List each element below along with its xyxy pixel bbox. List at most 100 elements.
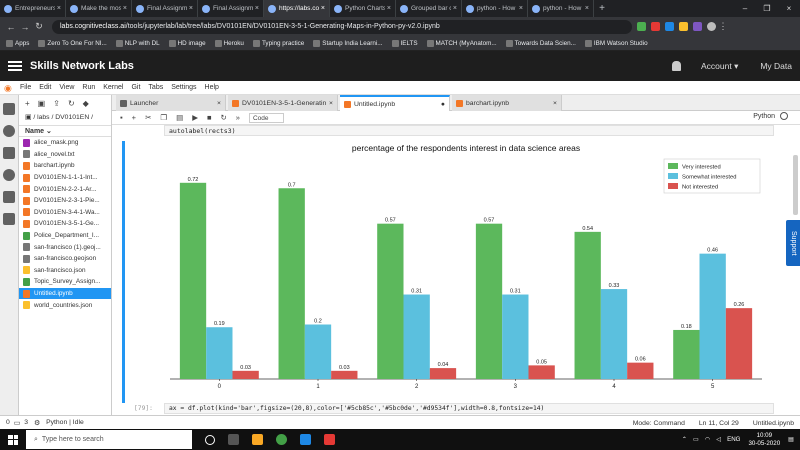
document-tab[interactable]: Untitled.ipynb ●: [340, 95, 450, 111]
language-indicator[interactable]: ENG: [727, 436, 740, 443]
fast-forward-icon[interactable]: »: [236, 113, 240, 122]
close-icon[interactable]: ×: [189, 5, 193, 12]
cursor-position[interactable]: Ln 11, Col 29: [699, 420, 739, 427]
hamburger-menu-icon[interactable]: [8, 61, 22, 71]
reload-icon[interactable]: ↻: [32, 21, 46, 32]
save-icon[interactable]: ▪: [120, 113, 123, 122]
unsaved-dot-icon[interactable]: ●: [441, 101, 445, 108]
close-icon[interactable]: ×: [387, 5, 391, 12]
new-folder-icon[interactable]: ▣: [38, 99, 46, 108]
git-icon[interactable]: ◆: [83, 99, 89, 108]
close-icon[interactable]: ×: [585, 5, 589, 12]
browser-tab[interactable]: python - How ×: [528, 0, 594, 17]
kernel-status[interactable]: Python | Idle: [46, 419, 84, 426]
browser-tab[interactable]: https://labs.co ×: [264, 0, 330, 17]
volume-icon[interactable]: ◁: [716, 436, 721, 443]
document-tab[interactable]: barchart.ipynb ×: [452, 95, 562, 111]
close-icon[interactable]: ×: [123, 5, 127, 12]
browser-tab[interactable]: python - How ×: [462, 0, 528, 17]
browser-tab[interactable]: Final Assignme ×: [198, 0, 264, 17]
back-icon[interactable]: ←: [4, 22, 18, 32]
menu-item-git[interactable]: Git: [131, 84, 140, 91]
name-column-header[interactable]: Name ⌄: [19, 125, 111, 137]
upload-icon[interactable]: ⇪: [53, 99, 60, 108]
file-item[interactable]: Police_Department_I...: [19, 230, 111, 242]
browser-tab[interactable]: Final Assignme ×: [132, 0, 198, 17]
file-item[interactable]: world_countries.json: [19, 299, 111, 311]
extension-icon[interactable]: [637, 22, 646, 31]
close-icon[interactable]: ×: [217, 100, 221, 107]
my-data-link[interactable]: My Data: [760, 61, 792, 71]
close-window-icon[interactable]: ×: [778, 0, 800, 17]
file-explorer-icon[interactable]: [252, 434, 263, 445]
bookmark-item[interactable]: Zero To One For NI...: [38, 39, 107, 47]
clock[interactable]: 10:09 30-05-2020: [748, 432, 780, 448]
close-icon[interactable]: ×: [519, 5, 523, 12]
menu-item-help[interactable]: Help: [205, 84, 219, 91]
file-item[interactable]: alice_novel.txt: [19, 149, 111, 161]
commands-icon[interactable]: [3, 147, 15, 159]
extension-icon[interactable]: [651, 22, 660, 31]
bookmark-item[interactable]: IBM Watson Studio: [584, 39, 648, 47]
cell-type-select[interactable]: Code: [248, 112, 284, 123]
file-item[interactable]: san-francisco (1).geoj...: [19, 241, 111, 253]
wifi-icon[interactable]: ◠: [705, 436, 710, 443]
store-icon[interactable]: [300, 434, 311, 445]
bell-icon[interactable]: [671, 61, 681, 71]
chrome-icon[interactable]: [276, 434, 287, 445]
support-tab[interactable]: Support: [786, 220, 800, 266]
cortana-icon[interactable]: [205, 434, 215, 445]
wrench-icon[interactable]: [3, 191, 15, 203]
refresh-icon[interactable]: ↻: [68, 99, 75, 108]
code-cell[interactable]: ax = df.plot(kind='bar',figsize=(20,8),c…: [164, 403, 774, 414]
scrollbar[interactable]: [793, 155, 798, 215]
palette-icon[interactable]: [3, 169, 15, 181]
extension-icon[interactable]: [665, 22, 674, 31]
bookmark-item[interactable]: Startup India Learni...: [313, 39, 383, 47]
file-item[interactable]: Untitled.ipynb: [19, 287, 111, 300]
file-item[interactable]: DV0101EN-3-5-1-Ge...: [19, 218, 111, 230]
copy-icon[interactable]: ❐: [160, 113, 167, 122]
file-item[interactable]: DV0101EN-2-3-1-Pie...: [19, 195, 111, 207]
file-item[interactable]: Topic_Survey_Assign...: [19, 276, 111, 288]
close-icon[interactable]: ×: [321, 5, 325, 12]
menu-item-kernel[interactable]: Kernel: [103, 84, 123, 91]
file-item[interactable]: san-francisco.json: [19, 265, 111, 277]
file-item[interactable]: san-francisco.geojson: [19, 253, 111, 265]
stop-icon[interactable]: ■: [207, 113, 212, 122]
folder-icon[interactable]: [3, 103, 15, 115]
file-item[interactable]: alice_mask.png: [19, 137, 111, 149]
tabs-icon[interactable]: [3, 213, 15, 225]
running-icon[interactable]: [3, 125, 15, 137]
task-view-icon[interactable]: [228, 434, 239, 445]
forward-icon[interactable]: →: [18, 22, 32, 32]
browser-tab[interactable]: Grouped bar c ×: [396, 0, 462, 17]
bookmark-item[interactable]: MATCH (MyAnatom...: [426, 39, 497, 47]
close-icon[interactable]: ×: [453, 5, 457, 12]
document-tab[interactable]: Launcher ×: [116, 95, 226, 111]
bookmark-item[interactable]: NLP with DL: [115, 39, 160, 47]
bookmark-item[interactable]: Towards Data Scien...: [505, 39, 576, 47]
insert-cell-icon[interactable]: +: [132, 113, 136, 122]
file-item[interactable]: DV0101EN-1-1-1-Int...: [19, 172, 111, 184]
account-menu[interactable]: Account ▾: [701, 61, 738, 72]
notifications-icon[interactable]: ▤: [788, 436, 794, 443]
paste-icon[interactable]: ▤: [176, 113, 183, 122]
file-item[interactable]: DV0101EN-2-2-1-Ar...: [19, 183, 111, 195]
new-tab-icon[interactable]: +: [594, 0, 610, 17]
profile-avatar[interactable]: [707, 22, 716, 31]
minimize-icon[interactable]: –: [734, 0, 756, 17]
app-icon[interactable]: [324, 434, 335, 445]
code-cell-previous[interactable]: autolabel(rects3): [164, 125, 774, 136]
bookmark-item[interactable]: IELTS: [391, 39, 418, 47]
tray-chevron-icon[interactable]: ⌃: [682, 436, 687, 443]
extension-icon[interactable]: [693, 22, 702, 31]
bookmark-item[interactable]: HD image: [168, 39, 206, 47]
browser-tab[interactable]: Python Charts ×: [330, 0, 396, 17]
browser-menu-icon[interactable]: ⋮: [716, 21, 730, 32]
document-tab[interactable]: DV0101EN-3-5-1-Generatin ×: [228, 95, 338, 111]
menu-item-run[interactable]: Run: [82, 84, 95, 91]
file-item[interactable]: DV0101EN-3-4-1-Wa...: [19, 207, 111, 219]
restart-icon[interactable]: ↻: [221, 113, 227, 122]
menu-item-settings[interactable]: Settings: [171, 84, 196, 91]
